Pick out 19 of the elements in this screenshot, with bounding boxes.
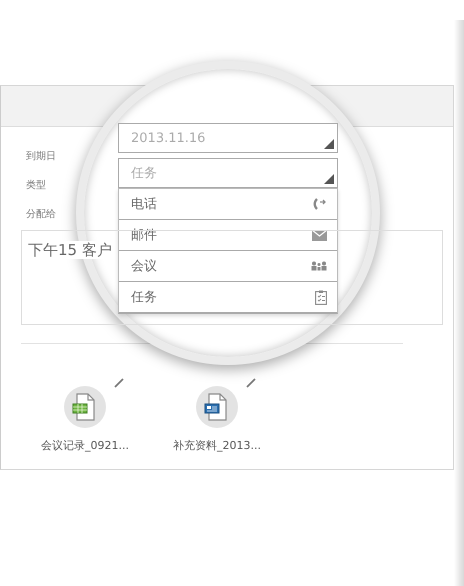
- phone-icon: [313, 197, 327, 211]
- attachment-name: 会议记录_0921...: [41, 438, 129, 453]
- dropdown-option[interactable]: 电话: [119, 189, 337, 220]
- clipboard-icon: [315, 290, 327, 304]
- pencil-icon[interactable]: [246, 378, 256, 388]
- field-label: 分配给: [26, 208, 56, 220]
- people-icon: [311, 261, 327, 271]
- dropdown-option[interactable]: 会议: [119, 251, 337, 282]
- field-label: 到期日: [26, 150, 56, 162]
- attachment-icon[interactable]: [196, 386, 238, 428]
- field-label: 类型: [26, 178, 46, 192]
- envelope-icon: [312, 230, 327, 240]
- attachment-name: 补充资料_2013...: [173, 438, 261, 453]
- dropdown-corner-icon: [324, 139, 334, 149]
- dropdown-option[interactable]: 任务: [119, 282, 337, 312]
- note-text: 下午15 客户: [28, 241, 112, 259]
- pencil-icon[interactable]: [114, 378, 124, 388]
- attachment-icon[interactable]: [64, 386, 106, 428]
- dropdown-corner-icon: [324, 174, 334, 184]
